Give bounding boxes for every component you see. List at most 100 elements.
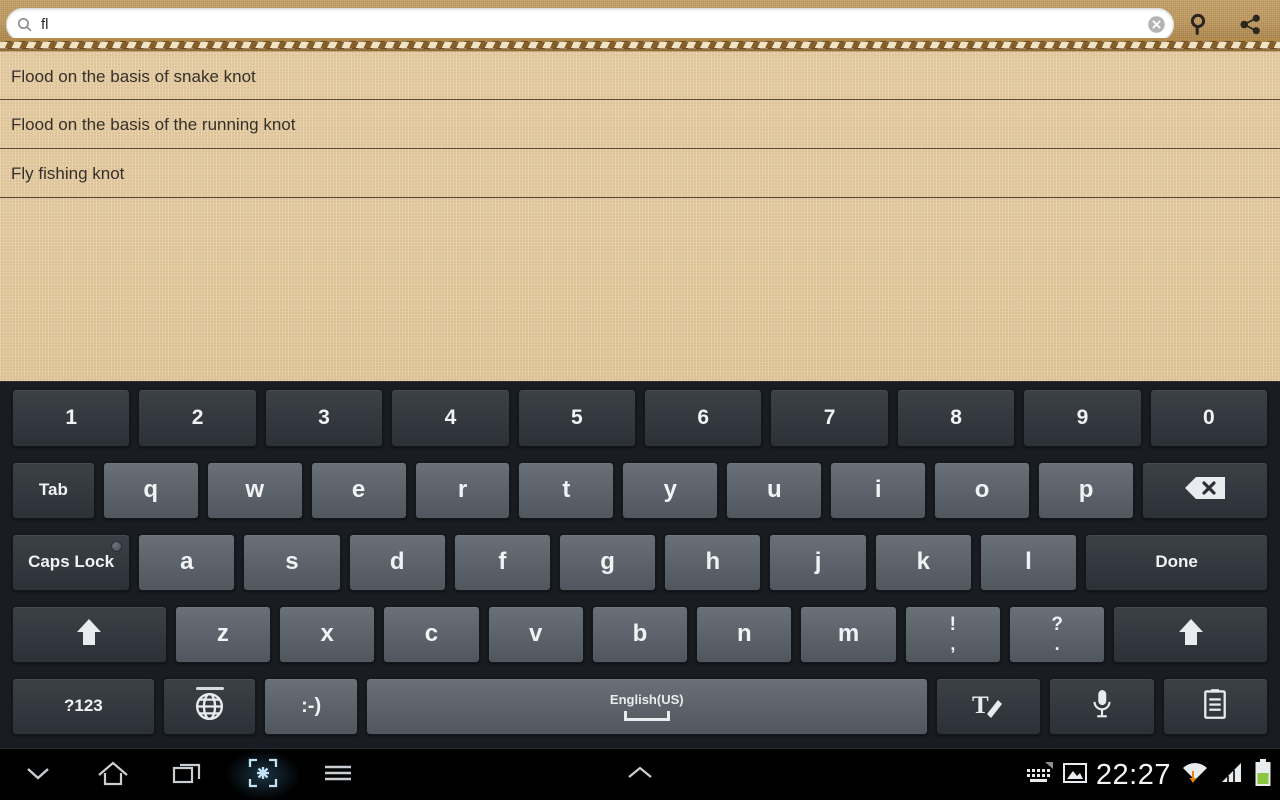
key-l[interactable]: l <box>979 533 1078 591</box>
key-label: t <box>562 476 571 503</box>
shift-up-icon <box>75 617 103 652</box>
key-k[interactable]: k <box>874 533 972 591</box>
search-icon <box>7 16 41 33</box>
wifi-icon <box>1180 760 1210 791</box>
key-2[interactable]: 2 <box>138 389 257 447</box>
key-label: e <box>351 476 366 503</box>
key-s[interactable]: s <box>243 533 341 591</box>
key-space[interactable]: English(US) <box>365 677 928 735</box>
search-action-icon[interactable] <box>1180 7 1220 41</box>
key-4[interactable]: 4 <box>391 389 510 447</box>
key-6[interactable]: 6 <box>644 389 763 447</box>
key-i[interactable]: i <box>830 461 927 519</box>
microphone-icon <box>1089 688 1115 725</box>
key-e[interactable]: e <box>310 461 407 519</box>
key-backspace[interactable] <box>1142 461 1268 519</box>
screenshot-button[interactable] <box>225 749 301 800</box>
key-1[interactable]: 1 <box>12 389 131 447</box>
key-p[interactable]: p <box>1038 461 1134 519</box>
clear-icon[interactable] <box>1139 14 1173 35</box>
expand-notifications-button[interactable] <box>602 749 678 800</box>
key-label: o <box>974 476 990 503</box>
key-b[interactable]: b <box>591 605 689 663</box>
key-3[interactable]: 3 <box>264 389 384 447</box>
key-shift-right[interactable] <box>1113 605 1268 663</box>
key-q[interactable]: q <box>102 461 199 519</box>
key-exclamation-comma[interactable]: ! , <box>904 605 1001 663</box>
key-x[interactable]: x <box>279 605 376 663</box>
key-w[interactable]: w <box>206 461 303 519</box>
key-tab[interactable]: Tab <box>12 461 95 519</box>
key-o[interactable]: o <box>934 461 1031 519</box>
keyboard-row-bottom: z x c v b n m ! , ? . <box>0 598 1280 670</box>
key-label: Done <box>1155 552 1198 571</box>
backspace-icon <box>1183 475 1227 506</box>
key-label: m <box>837 620 860 647</box>
search-box[interactable] <box>6 8 1174 41</box>
leather-stitching <box>0 38 1280 51</box>
home-icon <box>96 759 130 792</box>
key-y[interactable]: y <box>622 461 719 519</box>
key-label: v <box>529 620 543 647</box>
shift-up-icon <box>1177 617 1205 652</box>
key-z[interactable]: z <box>174 605 272 663</box>
menu-icon <box>322 761 354 790</box>
key-label: d <box>389 548 405 575</box>
key-question-period[interactable]: ? . <box>1008 605 1106 663</box>
key-voice-input[interactable] <box>1049 677 1155 735</box>
list-item[interactable]: Flood on the basis of snake knot <box>0 51 1280 100</box>
key-caps-lock[interactable]: Caps Lock <box>12 533 131 591</box>
key-5[interactable]: 5 <box>517 389 637 447</box>
share-icon[interactable] <box>1230 7 1270 41</box>
keyboard-row-top: Tab q w e r t y u i o p <box>0 454 1280 526</box>
key-v[interactable]: v <box>487 605 584 663</box>
key-n[interactable]: n <box>696 605 793 663</box>
key-language[interactable] <box>162 677 257 735</box>
key-d[interactable]: d <box>348 533 446 591</box>
keyboard-row-home: Caps Lock a s d f g h j k l Done <box>0 526 1280 598</box>
key-label: b <box>632 620 648 647</box>
recent-apps-button[interactable] <box>150 749 226 800</box>
key-9[interactable]: 9 <box>1023 389 1142 447</box>
key-7[interactable]: 7 <box>770 389 889 447</box>
chevron-down-icon <box>23 762 53 789</box>
key-label: 2 <box>191 406 204 429</box>
key-label: p <box>1078 476 1094 503</box>
key-t[interactable]: t <box>518 461 615 519</box>
home-button[interactable] <box>75 749 151 800</box>
suggestion-list: Flood on the basis of snake knot Flood o… <box>0 51 1280 381</box>
key-0[interactable]: 0 <box>1149 389 1269 447</box>
key-g[interactable]: g <box>559 533 657 591</box>
key-j[interactable]: j <box>769 533 867 591</box>
key-h[interactable]: h <box>664 533 762 591</box>
status-bar[interactable]: 22:27 <box>1026 749 1272 800</box>
key-label: w <box>245 476 264 503</box>
search-input[interactable] <box>41 16 1139 33</box>
key-label-bottom: , <box>950 634 956 654</box>
key-done[interactable]: Done <box>1085 533 1269 591</box>
key-m[interactable]: m <box>800 605 897 663</box>
cellular-signal-icon <box>1219 761 1245 790</box>
hide-keyboard-button[interactable] <box>0 749 76 800</box>
screen: Flood on the basis of snake knot Flood o… <box>0 0 1280 800</box>
key-symbols[interactable]: ?123 <box>12 677 155 735</box>
key-handwriting[interactable]: T <box>935 677 1042 735</box>
key-8[interactable]: 8 <box>896 389 1016 447</box>
key-shift-left[interactable] <box>12 605 167 663</box>
menu-button[interactable] <box>300 749 376 800</box>
list-item[interactable]: Fly fishing knot <box>0 149 1280 198</box>
key-label: 1 <box>65 406 78 429</box>
list-item-label: Fly fishing knot <box>11 164 125 183</box>
key-f[interactable]: f <box>453 533 552 591</box>
key-label: j <box>814 548 822 575</box>
key-u[interactable]: u <box>726 461 823 519</box>
key-label: Caps Lock <box>28 552 115 571</box>
key-r[interactable]: r <box>414 461 511 519</box>
key-clipboard[interactable] <box>1162 677 1268 735</box>
key-c[interactable]: c <box>383 605 480 663</box>
key-label: s <box>285 548 299 575</box>
list-item[interactable]: Flood on the basis of the running knot <box>0 100 1280 149</box>
key-label-top: ? <box>1051 614 1063 635</box>
key-a[interactable]: a <box>138 533 236 591</box>
key-emoji[interactable]: :-) <box>264 677 358 735</box>
